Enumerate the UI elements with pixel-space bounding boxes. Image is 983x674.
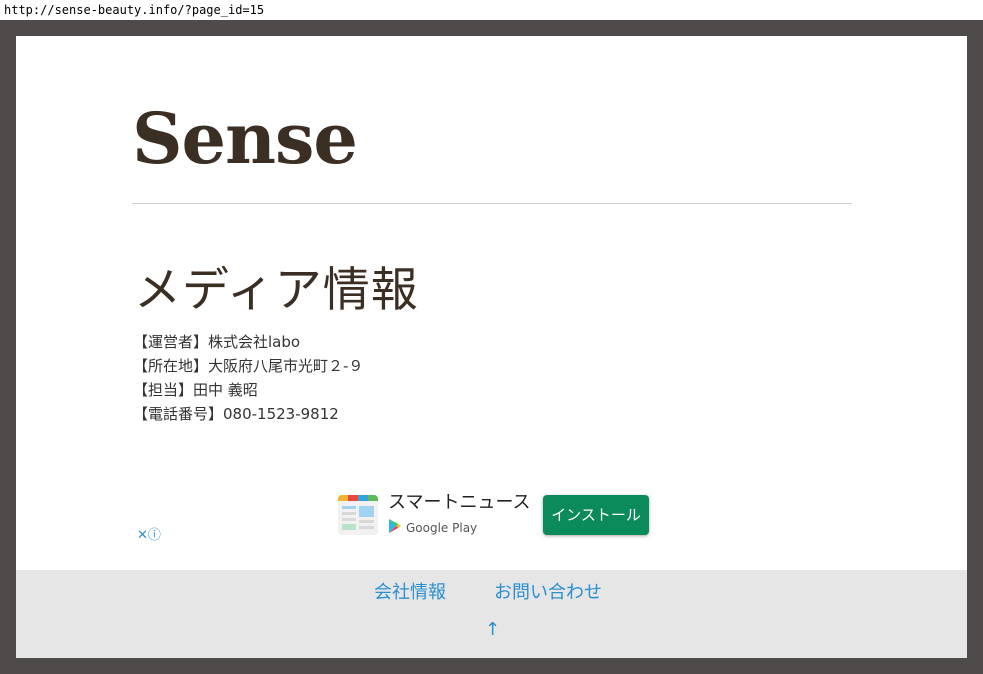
header-divider bbox=[132, 203, 852, 204]
ad-close-info-icon[interactable]: ✕ⓘ bbox=[137, 528, 161, 544]
site-title[interactable]: Sense bbox=[132, 94, 358, 184]
google-play-icon bbox=[388, 518, 402, 538]
footer-link-contact[interactable]: お問い合わせ bbox=[494, 580, 602, 606]
media-info-list: 【運営者】株式会社labo 【所在地】大阪府八尾市光町２-９ 【担当】田中 義昭… bbox=[133, 330, 363, 426]
info-contact-person: 【担当】田中 義昭 bbox=[133, 381, 258, 399]
google-play-badge[interactable]: Google Play bbox=[388, 518, 477, 538]
ad-app-name[interactable]: スマートニュース bbox=[388, 491, 531, 515]
info-phone: 【電話番号】080-1523-9812 bbox=[133, 405, 339, 423]
back-to-top-arrow-icon[interactable]: ↑ bbox=[485, 618, 500, 642]
site-footer: 会社情報 お問い合わせ ↑ bbox=[16, 570, 967, 658]
address-bar-url[interactable]: http://sense-beauty.info/?page_id=15 bbox=[0, 0, 983, 20]
page-title: メディア情報 bbox=[134, 263, 419, 319]
google-play-label: Google Play bbox=[406, 521, 478, 535]
smartnews-app-icon[interactable] bbox=[338, 495, 378, 535]
page-content: Sense メディア情報 【運営者】株式会社labo 【所在地】大阪府八尾市光町… bbox=[16, 36, 967, 658]
info-address: 【所在地】大阪府八尾市光町２-９ bbox=[133, 357, 364, 375]
install-button[interactable]: インストール bbox=[543, 495, 649, 535]
info-operator: 【運営者】株式会社labo bbox=[133, 333, 301, 351]
footer-link-company-info[interactable]: 会社情報 bbox=[374, 580, 446, 606]
